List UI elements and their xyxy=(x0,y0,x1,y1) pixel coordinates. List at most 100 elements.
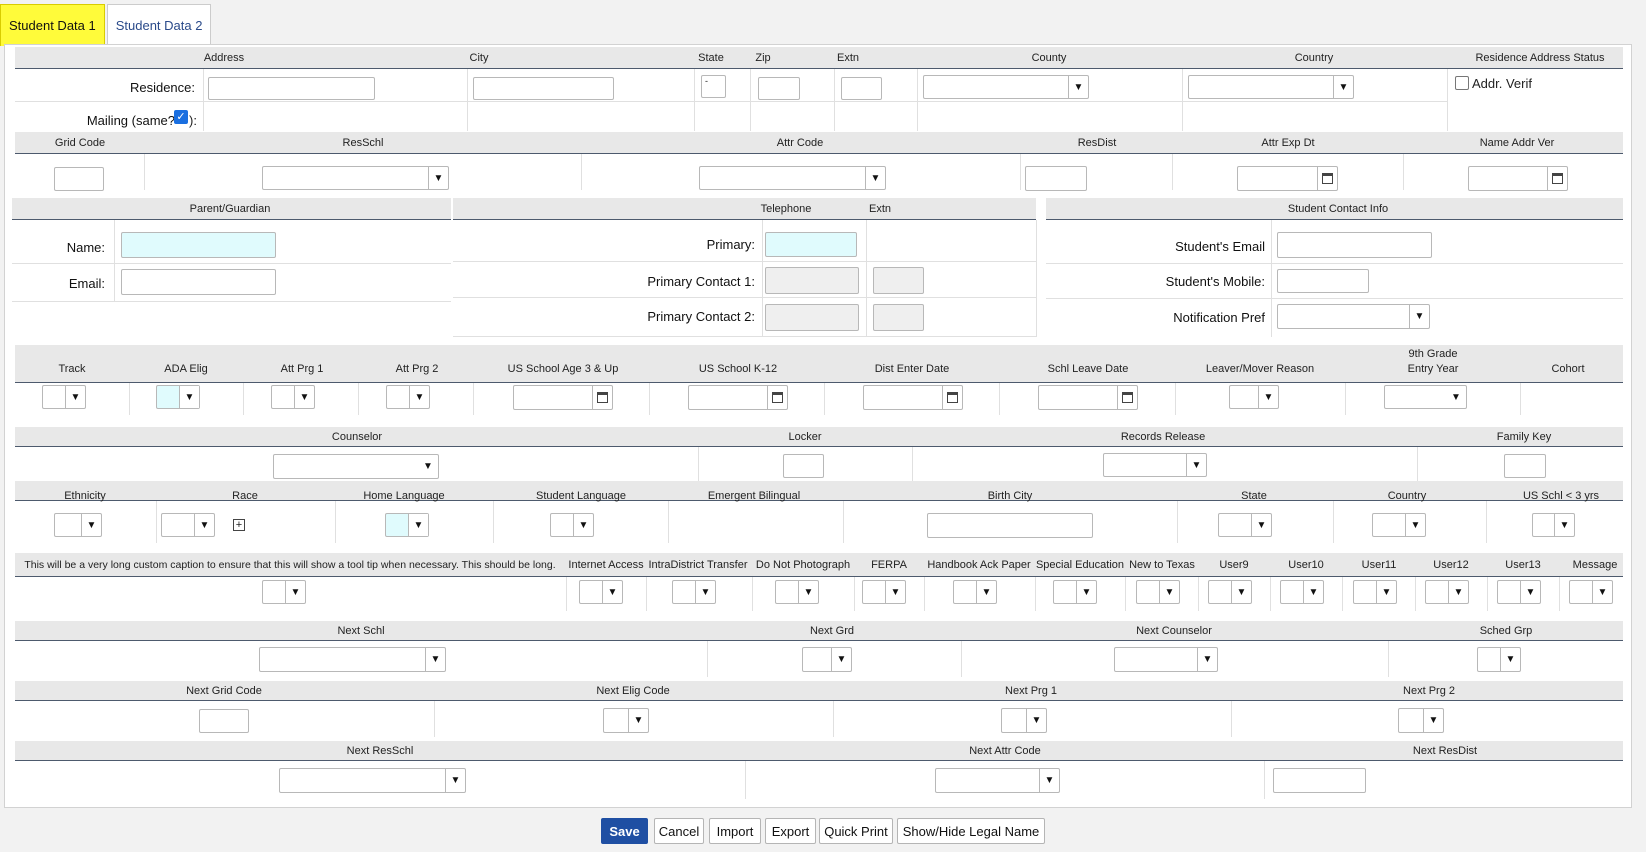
track-select[interactable]: ▼ xyxy=(42,385,86,409)
locker-input[interactable] xyxy=(783,454,824,478)
attr-exp-dt-input[interactable] xyxy=(1237,166,1338,191)
birth-country-select[interactable]: ▼ xyxy=(1372,513,1426,537)
handbook-ack-paper-select[interactable]: ▼ xyxy=(953,580,997,604)
primary-phone-input[interactable] xyxy=(765,232,857,257)
message-select[interactable]: ▼ xyxy=(1569,580,1613,604)
residence-extn-input[interactable] xyxy=(841,77,882,100)
next-prg-2-select[interactable]: ▼ xyxy=(1398,708,1444,733)
home-language-select[interactable]: ▼ xyxy=(385,513,429,537)
us-school-age-header: US School Age 3 & Up xyxy=(507,363,619,375)
notification-pref-select[interactable]: ▼ xyxy=(1277,304,1430,329)
us-school-age-date[interactable] xyxy=(513,385,613,410)
cancel-button[interactable]: Cancel xyxy=(654,818,704,844)
residence-city-input[interactable] xyxy=(473,77,614,100)
long-custom-caption-select[interactable]: ▼ xyxy=(262,580,306,604)
next-grd-select[interactable]: ▼ xyxy=(802,647,852,672)
save-button[interactable]: Save xyxy=(601,818,648,844)
schl-leave-date[interactable] xyxy=(1038,385,1138,410)
birth-city-input[interactable] xyxy=(927,513,1093,538)
entry-year-select[interactable]: ▼ xyxy=(1384,385,1467,409)
residence-address-input[interactable] xyxy=(208,77,375,100)
birth-state-select[interactable]: ▼ xyxy=(1218,513,1272,537)
next-grid-code-input[interactable] xyxy=(199,709,249,733)
ada-elig-select[interactable]: ▼ xyxy=(156,385,200,409)
next-counselor-select[interactable]: ▼ xyxy=(1114,647,1218,672)
att-prg-1-select[interactable]: ▼ xyxy=(271,385,315,409)
calendar-icon[interactable] xyxy=(942,386,962,409)
attr-code-select[interactable]: ▼ xyxy=(699,166,886,190)
att-prg-2-select[interactable]: ▼ xyxy=(386,385,430,409)
tab-student-data-2[interactable]: Student Data 2 xyxy=(106,4,212,46)
parent-name-input[interactable] xyxy=(121,232,276,258)
next-elig-code-select[interactable]: ▼ xyxy=(603,708,649,733)
student-mobile-input[interactable] xyxy=(1277,269,1369,293)
calendar-icon[interactable] xyxy=(767,386,787,409)
residence-zip-input[interactable] xyxy=(758,77,800,100)
next-attr-code-select[interactable]: ▼ xyxy=(935,768,1060,793)
calendar-icon[interactable] xyxy=(592,386,612,409)
sched-grp-header: Sched Grp xyxy=(1479,625,1533,637)
residence-state-input[interactable]: - xyxy=(701,75,726,98)
parent-email-input[interactable] xyxy=(121,269,276,295)
name-addr-ver-input[interactable] xyxy=(1468,166,1568,191)
next-prg-1-select[interactable]: ▼ xyxy=(1001,708,1047,733)
family-key-input[interactable] xyxy=(1504,454,1546,478)
track-header: Track xyxy=(58,363,86,375)
mailing-label: Mailing (same? xyxy=(86,113,175,128)
us-school-k12-date[interactable] xyxy=(688,385,788,410)
user12-select[interactable]: ▼ xyxy=(1425,580,1469,604)
addr-verif-checkbox[interactable] xyxy=(1455,76,1469,90)
ferpa-select[interactable]: ▼ xyxy=(862,580,906,604)
race-select[interactable]: ▼ xyxy=(161,513,215,537)
calendar-icon[interactable] xyxy=(1317,167,1337,190)
next-resschl-select[interactable]: ▼ xyxy=(279,768,466,793)
next-counselor-header: Next Counselor xyxy=(1136,625,1212,637)
calendar-icon[interactable] xyxy=(1117,386,1137,409)
ethnicity-select[interactable]: ▼ xyxy=(54,513,102,537)
export-button[interactable]: Export xyxy=(765,818,816,844)
chevron-down-icon: ▼ xyxy=(1592,581,1612,603)
divider xyxy=(843,501,844,543)
divider xyxy=(1388,641,1389,677)
new-to-texas-select[interactable]: ▼ xyxy=(1136,580,1180,604)
intradistrict-transfer-select[interactable]: ▼ xyxy=(672,580,716,604)
student-email-input[interactable] xyxy=(1277,232,1432,258)
internet-access-select[interactable]: ▼ xyxy=(579,580,623,604)
do-not-photograph-select[interactable]: ▼ xyxy=(775,580,819,604)
next-resdist-input[interactable] xyxy=(1273,768,1366,793)
resschl-header: ResSchl xyxy=(342,137,384,149)
leaver-mover-reason-header: Leaver/Mover Reason xyxy=(1205,363,1315,375)
user11-select[interactable]: ▼ xyxy=(1353,580,1397,604)
add-race-icon[interactable]: + xyxy=(233,519,245,531)
residence-county-select[interactable]: ▼ xyxy=(923,75,1089,99)
student-language-select[interactable]: ▼ xyxy=(550,513,594,537)
divider xyxy=(1487,577,1488,611)
dist-enter-date[interactable] xyxy=(863,385,963,410)
mailing-same-checkbox[interactable]: ✓ xyxy=(174,110,188,124)
residence-country-select[interactable]: ▼ xyxy=(1188,75,1354,99)
divider xyxy=(467,69,468,131)
leaver-mover-reason-select[interactable]: ▼ xyxy=(1229,385,1279,409)
next-prg-1-header: Next Prg 1 xyxy=(1005,685,1057,697)
user9-select[interactable]: ▼ xyxy=(1208,580,1252,604)
quick-print-button[interactable]: Quick Print xyxy=(819,818,893,844)
counselor-select[interactable]: ▼ xyxy=(273,454,439,479)
next-schl-select[interactable]: ▼ xyxy=(259,647,446,672)
special-education-select[interactable]: ▼ xyxy=(1053,580,1097,604)
user10-select[interactable]: ▼ xyxy=(1280,580,1324,604)
tab-student-data-1[interactable]: Student Data 1 xyxy=(0,4,105,46)
sched-grp-select[interactable]: ▼ xyxy=(1477,647,1521,672)
records-release-select[interactable]: ▼ xyxy=(1103,453,1207,477)
resschl-select[interactable]: ▼ xyxy=(262,166,449,190)
resdist-input[interactable] xyxy=(1025,166,1087,191)
import-button[interactable]: Import xyxy=(709,818,761,844)
user13-select[interactable]: ▼ xyxy=(1497,580,1541,604)
show-hide-legal-name-button[interactable]: Show/Hide Legal Name xyxy=(897,818,1045,844)
calendar-icon[interactable] xyxy=(1547,167,1567,190)
grid-code-input[interactable] xyxy=(54,167,104,191)
divider xyxy=(1345,383,1346,415)
student-contact-header: Student Contact Info xyxy=(1287,203,1389,215)
divider xyxy=(203,69,204,131)
user12-header: User12 xyxy=(1433,559,1469,571)
us-schl-lt-3-select[interactable]: ▼ xyxy=(1532,513,1575,537)
